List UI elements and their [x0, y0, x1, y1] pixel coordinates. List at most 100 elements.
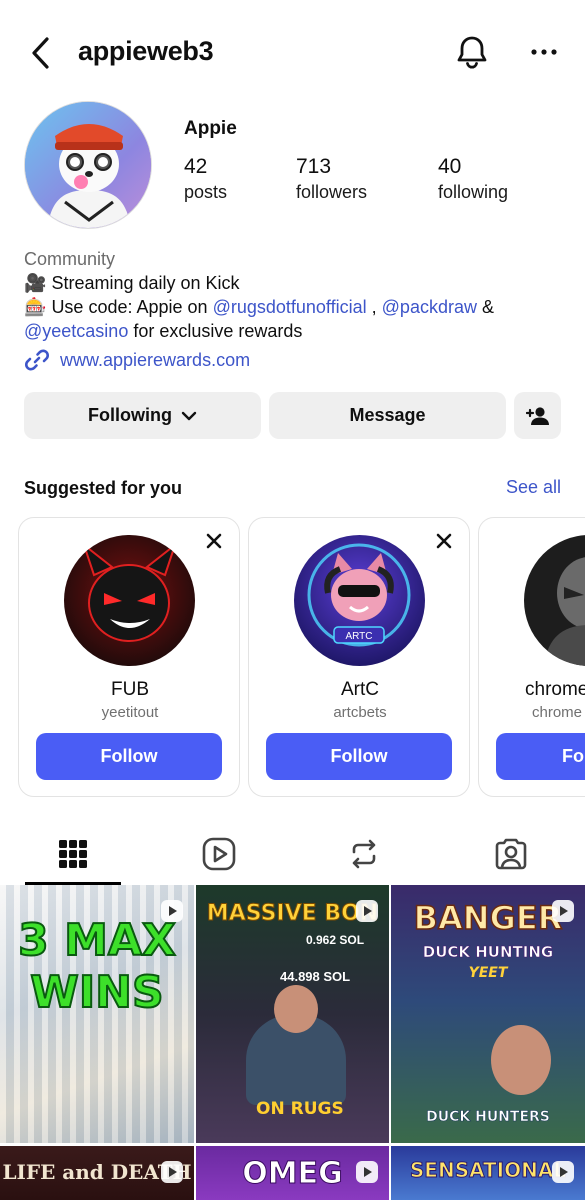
- post-caption-art: 3 MAX WINS: [17, 914, 177, 1019]
- camera-emoji-icon: 🎥: [24, 273, 47, 293]
- suggested-card[interactable]: chrome chrome Fol: [478, 517, 585, 797]
- post-thumbnail[interactable]: OMEG: [196, 1146, 389, 1200]
- see-all-link[interactable]: See all: [506, 477, 561, 498]
- post-overlay-text: DUCK HUNTING: [422, 943, 554, 962]
- stat-value: 42: [184, 155, 208, 178]
- profile-avatar[interactable]: [24, 101, 152, 229]
- mention-link[interactable]: @packdraw: [382, 297, 477, 317]
- message-label: Message: [349, 405, 426, 425]
- more-options-button[interactable]: [524, 32, 564, 72]
- suggested-handle: chrome: [532, 704, 583, 721]
- follow-button[interactable]: Fol: [496, 733, 585, 780]
- suggested-handle: artcbets: [333, 704, 387, 721]
- reel-icon: [161, 900, 183, 922]
- profile-bio: Community 🎥 Streaming daily on Kick 🎰 Us…: [24, 247, 564, 343]
- streamer-face: [274, 985, 318, 1033]
- suggested-card[interactable]: FUB yeetitout Follow: [18, 517, 240, 797]
- repost-icon: [352, 839, 376, 869]
- website-url: www.appierewards.com: [60, 349, 251, 370]
- post-thumbnail[interactable]: 3 MAX WINS: [0, 885, 194, 1143]
- bio-line: @yeetcasino for exclusive rewards: [24, 319, 564, 343]
- profile-category: Community: [24, 249, 116, 269]
- post-overlay-text: YEET: [468, 965, 508, 981]
- fox-gamer-avatar-illustration: ARTC: [294, 535, 425, 666]
- suggested-name: chrome: [525, 679, 585, 700]
- reel-icon: [161, 1161, 183, 1183]
- mention-link[interactable]: @yeetcasino: [24, 321, 128, 341]
- close-icon: [206, 533, 222, 549]
- suggest-people-button[interactable]: [514, 392, 561, 439]
- tab-tagged[interactable]: [463, 825, 559, 883]
- post-overlay-text: ON RUGS: [256, 1099, 344, 1119]
- suggested-name: FUB: [111, 679, 149, 700]
- message-button[interactable]: Message: [269, 392, 506, 439]
- following-button[interactable]: Following: [24, 392, 261, 439]
- suggested-card[interactable]: ARTC ArtC artcbets Follow: [248, 517, 470, 797]
- reel-icon: [356, 900, 378, 922]
- profile-tabs: [0, 825, 585, 885]
- slot-machine-emoji-icon: 🎰: [24, 297, 47, 317]
- suggested-handle: yeetitout: [101, 704, 159, 721]
- tab-grid[interactable]: [25, 825, 121, 883]
- panda-avatar-illustration: [25, 102, 151, 228]
- tab-reels[interactable]: [171, 825, 267, 883]
- display-name: Appie: [184, 118, 237, 139]
- tagged-person-icon: [495, 838, 527, 870]
- notifications-button[interactable]: [452, 32, 492, 72]
- streamer-face: [491, 1025, 551, 1095]
- dismiss-button[interactable]: [203, 530, 225, 552]
- dismiss-button[interactable]: [433, 530, 455, 552]
- reel-icon: [552, 1161, 574, 1183]
- post-thumbnail[interactable]: BANGER DUCK HUNTING YEET DUCK HUNTERS: [391, 885, 585, 1143]
- bio-text: &: [481, 297, 494, 317]
- stat-value: 40: [438, 155, 462, 178]
- stat-label: posts: [184, 182, 228, 202]
- suggested-title: Suggested for you: [24, 478, 183, 498]
- suggested-avatar[interactable]: [524, 535, 585, 666]
- stat-label: following: [438, 182, 509, 202]
- mention-link[interactable]: @rugsdotfunofficial: [213, 297, 367, 317]
- reels-icon: [202, 837, 236, 871]
- suggested-avatar[interactable]: ARTC: [294, 535, 425, 666]
- follow-button[interactable]: Follow: [266, 733, 452, 780]
- suggested-carousel[interactable]: FUB yeetitout Follow ARTC ArtC artcbets …: [18, 517, 585, 797]
- bio-line: 🎥 Streaming daily on Kick: [24, 271, 564, 295]
- profile-actions: Following Message: [24, 392, 564, 439]
- artc-badge-text: ARTC: [345, 631, 372, 642]
- post-thumbnail[interactable]: SENSATIONAL: [391, 1146, 585, 1200]
- posts-count[interactable]: 42 posts: [184, 155, 227, 203]
- profile-username: appieweb3: [78, 36, 214, 66]
- bio-text: ,: [371, 297, 377, 317]
- add-user-icon: [525, 406, 549, 425]
- reel-icon: [356, 1161, 378, 1183]
- bio-line: 🎰 Use code: Appie on @rugsdotfunofficial…: [24, 295, 564, 319]
- post-overlay-text: 0.962 SOL: [306, 933, 365, 947]
- top-bar: appieweb3: [0, 0, 585, 105]
- reel-icon: [552, 900, 574, 922]
- suggested-avatar[interactable]: [64, 535, 195, 666]
- grid-icon: [59, 840, 87, 868]
- stat-value: 713: [296, 155, 332, 178]
- more-horizontal-icon: [531, 49, 557, 55]
- devil-avatar-illustration: [64, 535, 195, 666]
- stat-label: followers: [296, 182, 368, 202]
- bio-text: Use code: Appie on: [51, 297, 208, 317]
- tab-reposts[interactable]: [316, 825, 412, 883]
- followers-count[interactable]: 713 followers: [296, 155, 367, 203]
- post-overlay-text: DUCK HUNTERS: [426, 1109, 550, 1126]
- back-button[interactable]: [26, 34, 56, 72]
- bio-text: Streaming daily on Kick: [51, 273, 240, 293]
- suggested-name: ArtC: [341, 679, 379, 700]
- posts-grid: 3 MAX WINS MASSIVE BON 0.962 SOL 44.898 …: [0, 885, 585, 1200]
- post-overlay-text: 44.898 SOL: [280, 969, 351, 984]
- post-thumbnail[interactable]: LIFE and DEATH: [0, 1146, 194, 1200]
- following-label: Following: [88, 405, 172, 425]
- chevron-down-icon: [181, 411, 197, 420]
- bio-text: for exclusive rewards: [133, 321, 303, 341]
- post-thumbnail[interactable]: MASSIVE BON 0.962 SOL 44.898 SOL ON RUGS: [196, 885, 389, 1143]
- close-icon: [436, 533, 452, 549]
- chevron-left-icon: [32, 37, 49, 69]
- following-count[interactable]: 40 following: [438, 155, 508, 203]
- profile-website[interactable]: www.appierewards.com: [24, 347, 250, 373]
- follow-button[interactable]: Follow: [36, 733, 222, 780]
